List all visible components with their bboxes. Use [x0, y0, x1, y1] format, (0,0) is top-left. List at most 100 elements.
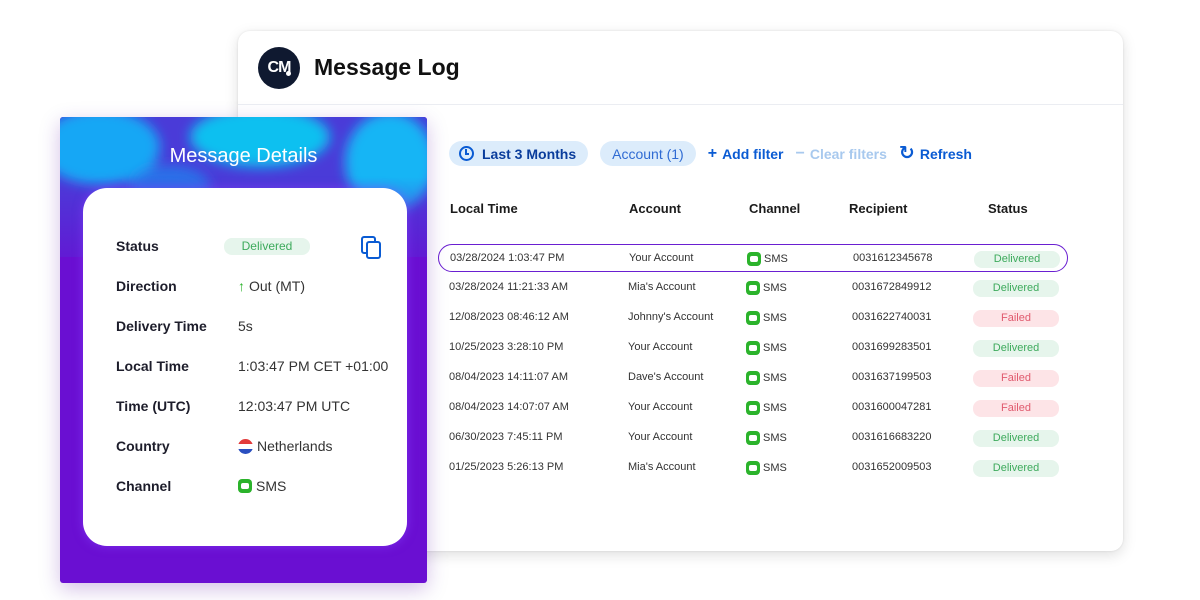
direction-text: Out (MT)	[249, 278, 305, 294]
row-time: 08/04/2023 14:11:07 AM	[449, 371, 569, 383]
row-time: 10/25/2023 3:28:10 PM	[449, 341, 564, 353]
row-channel: SMS	[746, 401, 787, 415]
sms-icon	[746, 341, 760, 355]
status-badge: Failed	[973, 370, 1059, 387]
plus-icon: +	[707, 144, 718, 162]
add-filter-button[interactable]: + Add filter	[708, 145, 784, 163]
row-channel: SMS	[747, 252, 788, 266]
row-channel-label: SMS	[763, 402, 787, 414]
refresh-button[interactable]: ↻ Refresh	[899, 144, 972, 163]
row-channel: SMS	[746, 281, 787, 295]
date-range-filter[interactable]: Last 3 Months	[449, 141, 589, 166]
column-header-recipient[interactable]: Recipient	[849, 201, 908, 216]
row-account: Your Account	[628, 431, 693, 443]
row-channel: SMS	[746, 431, 787, 445]
account-filter-label: Account (1)	[612, 145, 684, 162]
row-recipient: 0031652009503	[852, 461, 932, 473]
row-account: Your Account	[628, 401, 693, 413]
row-time: 01/25/2023 5:26:13 PM	[449, 461, 564, 473]
details-card: Status Delivered Direction ↑ Out (MT) De…	[83, 188, 407, 546]
arrow-up-icon: ↑	[238, 278, 245, 294]
direction-label: Direction	[116, 278, 177, 294]
date-range-label: Last 3 Months	[482, 145, 577, 162]
window-header: CM Message Log	[238, 31, 1123, 105]
refresh-icon: ↻	[898, 143, 915, 164]
row-time: 12/08/2023 08:46:12 AM	[449, 311, 569, 323]
status-badge: Delivered	[973, 460, 1059, 477]
delivery-time-value: 5s	[238, 318, 253, 334]
row-recipient: 0031672849912	[852, 281, 932, 293]
clear-filters-label: Clear filters	[809, 145, 887, 162]
row-channel-label: SMS	[763, 432, 787, 444]
minus-icon: −	[795, 144, 805, 162]
filter-bar: Last 3 Months Account (1) + Add filter −…	[449, 141, 972, 166]
status-badge: Delivered	[973, 430, 1059, 447]
time-utc-value: 12:03:47 PM UTC	[238, 398, 351, 414]
row-account: Mia's Account	[628, 281, 696, 293]
refresh-label: Refresh	[919, 145, 972, 162]
row-channel-label: SMS	[763, 372, 787, 384]
row-account: Dave's Account	[628, 371, 704, 383]
status-badge: Failed	[973, 400, 1059, 417]
clock-icon	[459, 146, 474, 161]
netherlands-flag-icon	[238, 438, 253, 454]
clear-filters-button[interactable]: − Clear filters	[796, 145, 887, 163]
country-text: Netherlands	[257, 438, 333, 454]
row-recipient: 0031600047281	[852, 401, 932, 413]
table-row[interactable]: 08/04/2023 14:07:07 AM Your Account SMS …	[438, 394, 1068, 422]
table-row[interactable]: 08/04/2023 14:11:07 AM Dave's Account SM…	[438, 364, 1068, 392]
row-channel-label: SMS	[763, 342, 787, 354]
table-row[interactable]: 12/08/2023 08:46:12 AM Johnny's Account …	[438, 304, 1068, 332]
sms-icon	[746, 461, 760, 475]
table-row[interactable]: 03/28/2024 11:21:33 AM Mia's Account SMS…	[438, 274, 1068, 302]
local-time-label: Local Time	[116, 358, 189, 374]
row-recipient: 0031612345678	[853, 252, 933, 264]
row-channel-label: SMS	[763, 312, 787, 324]
table-row[interactable]: 01/25/2023 5:26:13 PM Mia's Account SMS …	[438, 454, 1068, 482]
channel-label: Channel	[116, 478, 172, 494]
table-row[interactable]: 10/25/2023 3:28:10 PM Your Account SMS 0…	[438, 334, 1068, 362]
column-header-status[interactable]: Status	[988, 201, 1028, 216]
table-row[interactable]: 03/28/2024 1:03:47 PM Your Account SMS 0…	[438, 244, 1068, 272]
status-badge: Delivered	[224, 238, 310, 255]
sms-icon	[746, 281, 760, 295]
copy-icon[interactable]	[361, 236, 381, 259]
row-time: 03/28/2024 1:03:47 PM	[450, 252, 565, 264]
row-account: Johnny's Account	[628, 311, 714, 323]
column-header-local-time[interactable]: Local Time	[450, 201, 518, 216]
column-header-channel[interactable]: Channel	[749, 201, 800, 216]
row-recipient: 0031637199503	[852, 371, 932, 383]
add-filter-label: Add filter	[722, 145, 784, 162]
channel-text: SMS	[256, 478, 287, 494]
account-filter[interactable]: Account (1)	[600, 141, 696, 166]
sms-icon	[746, 431, 760, 445]
table-row[interactable]: 06/30/2023 7:45:11 PM Your Account SMS 0…	[438, 424, 1068, 452]
row-channel: SMS	[746, 341, 787, 355]
sms-icon	[746, 401, 760, 415]
row-channel: SMS	[746, 461, 787, 475]
row-channel-label: SMS	[763, 282, 787, 294]
row-account: Your Account	[628, 341, 693, 353]
country-label: Country	[116, 438, 170, 454]
cm-logo: CM	[258, 46, 300, 89]
details-title: Message Details	[169, 145, 318, 167]
row-channel: SMS	[746, 311, 787, 325]
status-badge: Failed	[973, 310, 1059, 327]
country-value: Netherlands	[238, 438, 333, 454]
column-header-account[interactable]: Account	[629, 201, 681, 216]
sms-icon	[746, 311, 760, 325]
status-badge: Delivered	[973, 280, 1059, 297]
time-utc-label: Time (UTC)	[116, 398, 191, 414]
row-account: Mia's Account	[628, 461, 696, 473]
status-badge: Delivered	[974, 251, 1060, 268]
sms-icon	[746, 371, 760, 385]
row-channel: SMS	[746, 371, 787, 385]
row-time: 03/28/2024 11:21:33 AM	[449, 281, 569, 293]
row-recipient: 0031699283501	[852, 341, 932, 353]
page-title: Message Log	[314, 54, 460, 80]
row-channel-label: SMS	[763, 462, 787, 474]
sms-icon	[747, 252, 761, 266]
row-time: 06/30/2023 7:45:11 PM	[449, 431, 563, 443]
row-recipient: 0031622740031	[852, 311, 932, 323]
channel-value: SMS	[238, 478, 286, 494]
